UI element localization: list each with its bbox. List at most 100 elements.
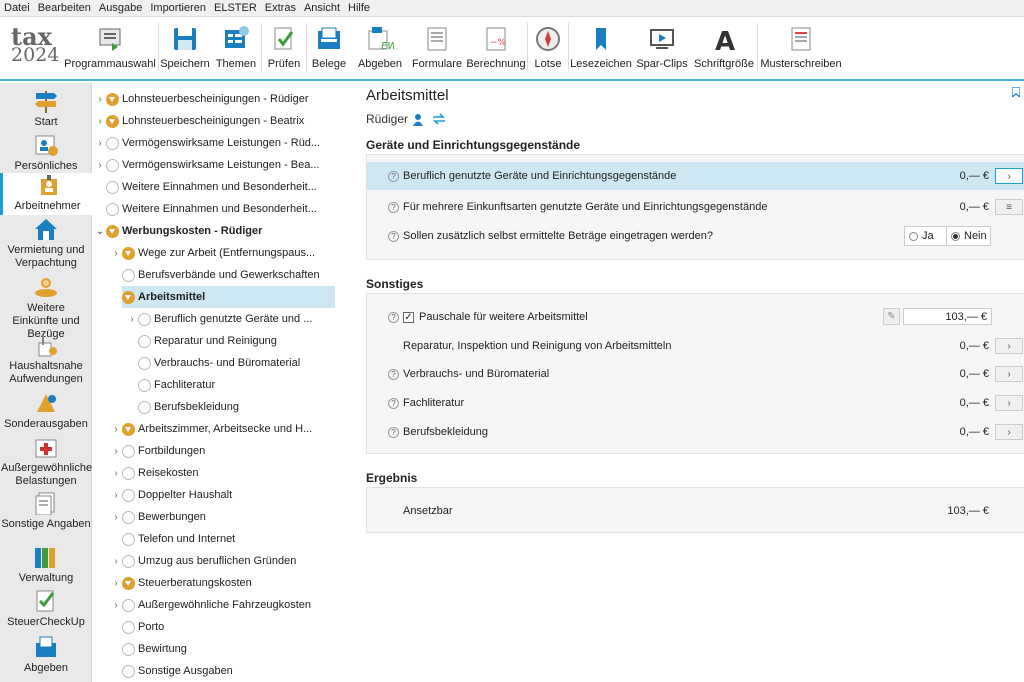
menu-ausgabe[interactable]: Ausgabe	[99, 2, 142, 14]
empty-item-icon	[122, 268, 135, 282]
sidebar-item-start[interactable]: Start	[0, 89, 92, 133]
field-row: ? Sollen zusätzlich selbst ermittelte Be…	[367, 222, 1024, 250]
help-icon[interactable]: ?	[388, 368, 399, 380]
musterschreiben-button[interactable]: Musterschreiben	[758, 17, 844, 79]
menu-ansicht[interactable]: Ansicht	[304, 2, 340, 14]
menu-extras[interactable]: Extras	[265, 2, 296, 14]
pruefen-button[interactable]: Prüfen	[262, 17, 306, 79]
tree-item[interactable]: Verbrauchs- und Büromaterial	[138, 352, 300, 374]
tree-item[interactable]: › Steuerberatungskosten	[110, 572, 252, 594]
themen-button[interactable]: Themen	[211, 17, 261, 79]
tree-item[interactable]: › Vermögenswirksame Leistungen - Rüd...	[94, 132, 320, 154]
tree-item[interactable]: ⌄ Werbungskosten - Rüdiger	[94, 220, 262, 242]
help-icon[interactable]: ?	[388, 230, 399, 242]
bookmark-icon[interactable]	[1012, 87, 1020, 97]
tree-item[interactable]: Berufsverbände und Gewerkschaften	[122, 264, 320, 286]
tree-item[interactable]: › Fortbildungen	[110, 440, 205, 462]
detail-arrow-button[interactable]: ›	[995, 338, 1023, 354]
sidebar-item-sonstige-angaben[interactable]: Sonstige Angaben	[0, 491, 92, 537]
field-row[interactable]: ? Fachliteratur 0,— € ›	[367, 389, 1024, 417]
sidebar-item-aussergewoehnliche[interactable]: Außergewöhnliche Belastungen	[0, 435, 92, 491]
tree-item[interactable]: Reparatur und Reinigung	[138, 330, 277, 352]
tree-item[interactable]: › Wege zur Arbeit (Entfernungspaus...	[110, 242, 315, 264]
berechnung-button[interactable]: −% Berechnung	[465, 17, 527, 79]
radio-nein[interactable]: Nein	[947, 227, 990, 245]
sidebar-item-verwaltung[interactable]: Verwaltung	[0, 545, 92, 589]
help-icon[interactable]: ?	[388, 397, 399, 409]
detail-arrow-button[interactable]: ›	[995, 424, 1023, 440]
tree-item[interactable]: › Beruflich genutzte Geräte und ...	[126, 308, 312, 330]
tree-item[interactable]: Weitere Einnahmen und Besonderheit...	[106, 176, 317, 198]
belege-button[interactable]: Belege	[307, 17, 351, 79]
schriftgroesse-button[interactable]: A Schriftgröße	[691, 17, 757, 79]
field-row[interactable]: ? ✓ Pauschale für weitere Arbeitsmittel …	[367, 303, 1024, 331]
tree-item[interactable]: Porto	[122, 616, 164, 638]
page-title: Arbeitsmittel	[366, 87, 449, 104]
font-size-icon: A	[710, 25, 738, 57]
tree-item[interactable]: Berufsbekleidung	[138, 396, 239, 418]
tree-item[interactable]: Fachliteratur	[138, 374, 215, 396]
sidebar-item-arbeitnehmer[interactable]: Arbeitnehmer	[0, 173, 92, 215]
speichern-button[interactable]: Speichern	[159, 17, 211, 79]
tree-item[interactable]: Weitere Einnahmen und Besonderheit...	[106, 198, 317, 220]
tree-item[interactable]: › Vermögenswirksame Leistungen - Bea...	[94, 154, 320, 176]
main-panel: Arbeitsmittel Rüdiger Geräte und Einrich…	[352, 83, 1024, 682]
tree-item-selected[interactable]: Arbeitsmittel	[122, 286, 335, 308]
sidebar-item-steuercheckup[interactable]: SteuerCheckUp	[0, 589, 92, 633]
tree-item[interactable]: › Umzug aus beruflichen Gründen	[110, 550, 296, 572]
detail-arrow-button[interactable]: ›	[995, 168, 1023, 184]
sidebar-item-abgeben[interactable]: Abgeben	[0, 635, 92, 679]
sidebar-item-haushaltsnahe[interactable]: Haushaltsnahe Aufwendungen	[0, 333, 92, 389]
help-icon[interactable]: ?	[388, 426, 399, 438]
sidebar-item-vermietung[interactable]: Vermietung und Verpachtung	[0, 217, 92, 273]
menu-importieren[interactable]: Importieren	[150, 2, 206, 14]
tree-item[interactable]: › Außergewöhnliche Fahrzeugkosten	[110, 594, 311, 616]
abgeben-button[interactable]: EW Abgeben	[351, 17, 409, 79]
household-icon	[33, 333, 59, 357]
tree-item[interactable]: › Lohnsteuerbescheinigungen - Beatrix	[94, 110, 304, 132]
pauschale-input[interactable]: 103,— €	[903, 308, 992, 325]
tree-item[interactable]: › Lohnsteuerbescheinigungen - Rüdiger	[94, 88, 309, 110]
open-item-icon	[122, 576, 135, 590]
tree-item[interactable]: › Bewerbungen	[110, 506, 206, 528]
menu-datei[interactable]: Datei	[4, 2, 30, 14]
menu-bearbeiten[interactable]: Bearbeiten	[38, 2, 91, 14]
field-row[interactable]: ? Für mehrere Einkunftsarten genutzte Ge…	[367, 193, 1024, 221]
tree-item[interactable]: Telefon und Internet	[122, 528, 235, 550]
swap-icon[interactable]	[432, 113, 446, 125]
svg-text:EW: EW	[381, 41, 394, 52]
section-title: Ergebnis	[366, 471, 418, 485]
lotse-button[interactable]: Lotse	[528, 17, 568, 79]
tree-item[interactable]: Bewirtung	[122, 638, 187, 660]
submit-icon	[33, 635, 59, 659]
sidebar-item-sonderausgaben[interactable]: Sonderausgaben	[0, 391, 92, 435]
help-icon[interactable]: ?	[388, 311, 399, 323]
chevron-right-icon: ›	[114, 555, 118, 567]
field-row[interactable]: Reparatur, Inspektion und Reinigung von …	[367, 332, 1024, 360]
menu-hilfe[interactable]: Hilfe	[348, 2, 370, 14]
spar-clips-button[interactable]: Spar-Clips	[633, 17, 691, 79]
formulare-button[interactable]: Formulare	[409, 17, 465, 79]
chevron-right-icon: ›	[114, 445, 118, 457]
menu-elster[interactable]: ELSTER	[214, 2, 257, 14]
help-icon[interactable]: ?	[388, 201, 399, 213]
lesezeichen-button[interactable]: Lesezeichen	[569, 17, 633, 79]
empty-item-icon	[106, 180, 119, 194]
radio-ja[interactable]: Ja	[905, 227, 947, 245]
edit-pencil-icon[interactable]: ✎	[883, 308, 900, 325]
field-row[interactable]: ? Berufsbekleidung 0,— € ›	[367, 418, 1024, 446]
tree-item[interactable]: › Reisekosten	[110, 462, 199, 484]
detail-arrow-button[interactable]: ›	[995, 366, 1023, 382]
tree-item[interactable]: › Arbeitszimmer, Arbeitsecke und H...	[110, 418, 312, 440]
sidebar-item-weitere-einkuenfte[interactable]: Weitere Einkünfte und Bezüge	[0, 275, 92, 340]
tree-item[interactable]: Sonstige Ausgaben	[122, 660, 233, 682]
programmauswahl-button[interactable]: Programmauswahl	[62, 17, 158, 79]
list-button[interactable]: ≡	[995, 199, 1023, 215]
field-row[interactable]: ? Verbrauchs- und Büromaterial 0,— € ›	[367, 360, 1024, 388]
pauschale-checkbox[interactable]: ✓	[403, 311, 414, 323]
field-row-selected[interactable]: ? Beruflich genutzte Geräte und Einricht…	[367, 162, 1024, 190]
detail-arrow-button[interactable]: ›	[995, 395, 1023, 411]
sidebar-item-persoenliches[interactable]: Persönliches	[0, 133, 92, 173]
help-icon[interactable]: ?	[388, 170, 399, 182]
tree-item[interactable]: › Doppelter Haushalt	[110, 484, 232, 506]
